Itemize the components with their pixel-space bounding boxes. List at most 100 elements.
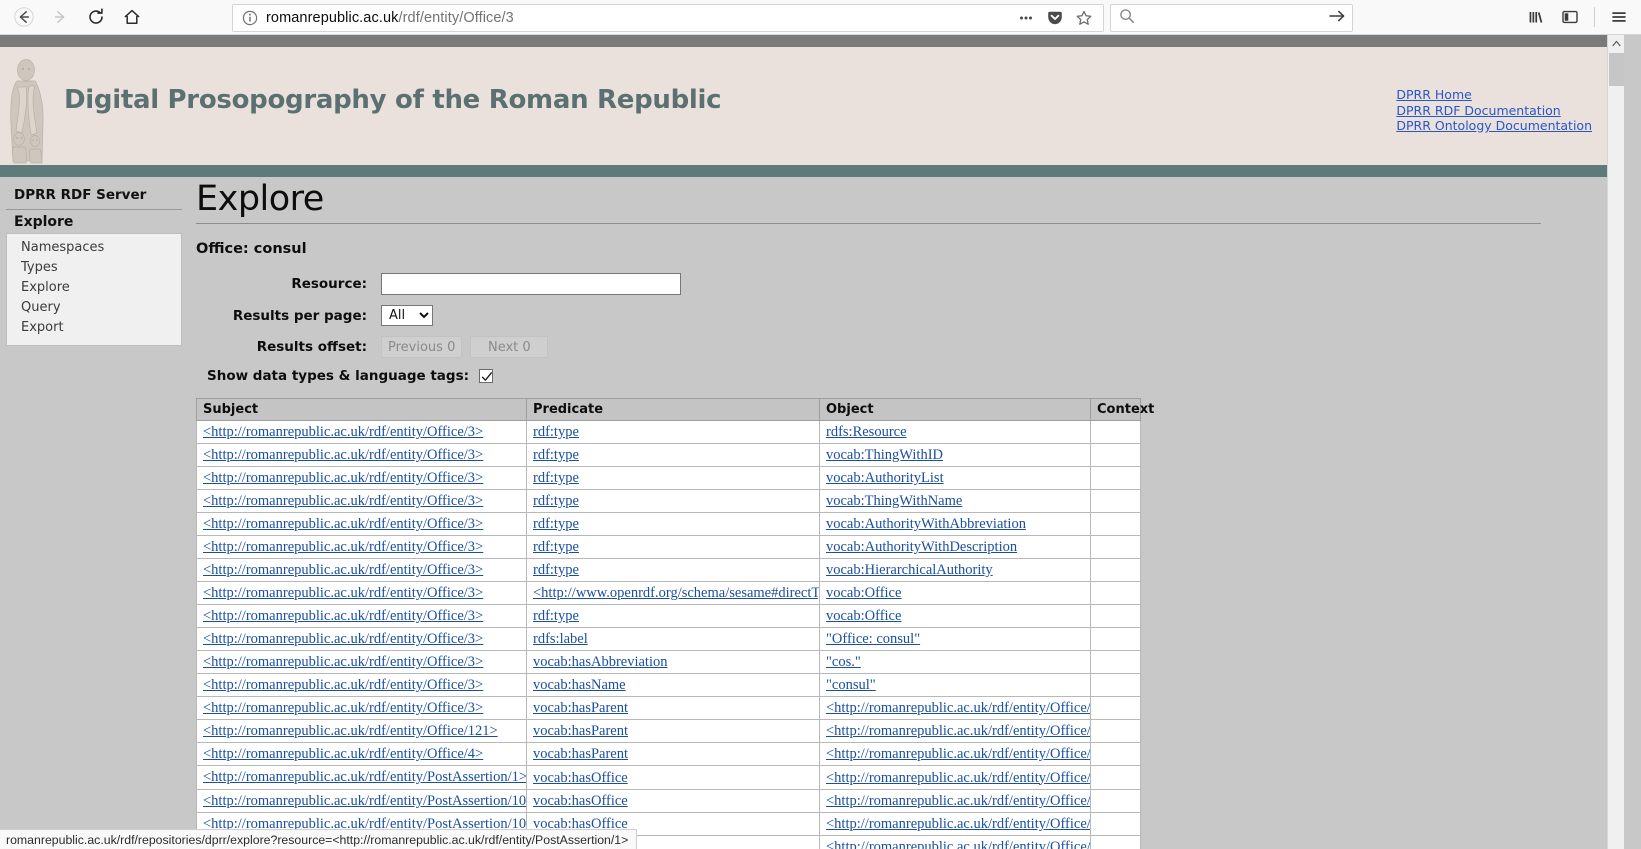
column-header-subject[interactable]: Subject (196, 398, 527, 421)
predicate-cell: vocab:hasParent (526, 696, 820, 720)
home-button[interactable] (116, 2, 148, 32)
object-link[interactable]: vocab:ThingWithName (826, 493, 962, 509)
link-dprr-rdf-documentation[interactable]: DPRR RDF Documentation (1396, 103, 1592, 119)
predicate-link[interactable]: vocab:hasParent (533, 700, 628, 716)
object-cell: vocab:Office (819, 581, 1091, 605)
object-link[interactable]: <http://romanrepublic.ac.uk/rdf/entity/O… (826, 746, 1090, 762)
context-cell (1090, 627, 1141, 651)
predicate-link[interactable]: rdf:type (533, 470, 579, 486)
predicate-link[interactable]: rdf:type (533, 424, 579, 440)
bookmark-star-icon[interactable] (1071, 6, 1097, 30)
predicate-link[interactable]: <http://www.openrdf.org/schema/sesame#di… (533, 585, 819, 601)
table-row: <http://romanrepublic.ac.uk/rdf/entity/O… (196, 627, 1141, 651)
subject-link[interactable]: <http://romanrepublic.ac.uk/rdf/entity/P… (203, 793, 526, 809)
object-link[interactable]: <http://romanrepublic.ac.uk/rdf/entity/O… (826, 839, 1090, 849)
subject-link[interactable]: <http://romanrepublic.ac.uk/rdf/entity/O… (203, 746, 483, 762)
object-link[interactable]: "cos." (826, 654, 861, 670)
object-link[interactable]: "Office: consul" (826, 631, 920, 647)
subject-link[interactable]: <http://romanrepublic.ac.uk/rdf/entity/O… (203, 424, 483, 440)
results-offset-row: Results offset: Previous 0 Next 0 (196, 336, 1541, 358)
search-input[interactable] (1135, 9, 1327, 27)
subject-link[interactable]: <http://romanrepublic.ac.uk/rdf/entity/O… (203, 585, 483, 601)
subject-cell: <http://romanrepublic.ac.uk/rdf/entity/O… (196, 604, 527, 628)
forward-button[interactable] (44, 2, 76, 32)
sidebar-item-query[interactable]: Query (7, 297, 181, 317)
page-info-icon[interactable] (241, 9, 259, 27)
predicate-link[interactable]: rdf:type (533, 608, 579, 624)
predicate-link[interactable]: rdf:type (533, 493, 579, 509)
predicate-link[interactable]: rdf:type (533, 447, 579, 463)
sidebar-item-types[interactable]: Types (7, 257, 181, 277)
object-link[interactable]: "consul" (826, 677, 876, 693)
sidebar-item-export[interactable]: Export (7, 317, 181, 337)
predicate-link[interactable]: vocab:hasParent (533, 723, 628, 739)
resource-input[interactable] (381, 273, 681, 295)
subject-link[interactable]: <http://romanrepublic.ac.uk/rdf/entity/O… (203, 447, 483, 463)
url-text[interactable]: romanrepublic.ac.uk/rdf/entity/Office/3 (266, 10, 1013, 26)
subject-link[interactable]: <http://romanrepublic.ac.uk/rdf/entity/O… (203, 700, 483, 716)
object-link[interactable]: <http://romanrepublic.ac.uk/rdf/entity/O… (826, 816, 1090, 832)
predicate-link[interactable]: rdfs:label (533, 631, 588, 647)
object-link[interactable]: <http://romanrepublic.ac.uk/rdf/entity/O… (826, 793, 1090, 809)
object-link[interactable]: rdfs:Resource (826, 424, 907, 440)
subject-link[interactable]: <http://romanrepublic.ac.uk/rdf/entity/O… (203, 539, 483, 555)
subject-link[interactable]: <http://romanrepublic.ac.uk/rdf/entity/O… (203, 723, 498, 739)
column-header-context[interactable]: Context (1090, 398, 1154, 421)
object-link[interactable]: vocab:AuthorityWithAbbreviation (826, 516, 1026, 532)
subject-link[interactable]: <http://romanrepublic.ac.uk/rdf/entity/O… (203, 516, 483, 532)
scrollbar-thumb[interactable] (1609, 53, 1624, 86)
subject-link[interactable]: <http://romanrepublic.ac.uk/rdf/entity/O… (203, 608, 483, 624)
object-cell: <http://romanrepublic.ac.uk/rdf/entity/O… (819, 835, 1091, 849)
page-actions-icon[interactable] (1013, 6, 1039, 30)
column-header-object[interactable]: Object (819, 398, 1091, 421)
scrollbar-up-arrow-icon[interactable] (1608, 35, 1625, 52)
reload-button[interactable] (80, 2, 112, 32)
hamburger-menu-icon[interactable] (1603, 2, 1635, 32)
subject-link[interactable]: <http://romanrepublic.ac.uk/rdf/entity/O… (203, 470, 483, 486)
sidebar-item-namespaces[interactable]: Namespaces (7, 237, 181, 257)
show-datatypes-checkbox[interactable] (479, 369, 494, 383)
object-link[interactable]: <http://romanrepublic.ac.uk/rdf/entity/O… (826, 700, 1090, 716)
object-cell: vocab:Office (819, 604, 1091, 628)
subject-cell: <http://romanrepublic.ac.uk/rdf/entity/O… (196, 558, 527, 582)
subject-link[interactable]: <http://romanrepublic.ac.uk/rdf/entity/P… (203, 769, 526, 785)
library-icon[interactable] (1520, 2, 1552, 32)
predicate-link[interactable]: rdf:type (533, 562, 579, 578)
object-link[interactable]: vocab:AuthorityList (826, 470, 944, 486)
search-bar[interactable] (1110, 4, 1353, 32)
predicate-link[interactable]: vocab:hasAbbreviation (533, 654, 668, 670)
urlbar-actions (1013, 6, 1097, 30)
subject-link[interactable]: <http://romanrepublic.ac.uk/rdf/entity/O… (203, 493, 483, 509)
object-link[interactable]: vocab:ThingWithID (826, 447, 943, 463)
previous-button[interactable]: Previous 0 (381, 336, 463, 358)
subject-link[interactable]: <http://romanrepublic.ac.uk/rdf/entity/O… (203, 562, 483, 578)
object-link[interactable]: <http://romanrepublic.ac.uk/rdf/entity/O… (826, 723, 1090, 739)
object-link[interactable]: vocab:HierarchicalAuthority (826, 562, 993, 578)
address-bar[interactable]: romanrepublic.ac.uk/rdf/entity/Office/3 (232, 4, 1104, 32)
predicate-link[interactable]: vocab:hasParent (533, 746, 628, 762)
subject-link[interactable]: <http://romanrepublic.ac.uk/rdf/entity/O… (203, 631, 483, 647)
back-button[interactable] (8, 2, 40, 32)
predicate-link[interactable]: rdf:type (533, 516, 579, 532)
page-scrollbar[interactable] (1607, 35, 1624, 849)
search-go-icon[interactable] (1327, 7, 1347, 30)
next-button[interactable]: Next 0 (470, 336, 549, 358)
subject-link[interactable]: <http://romanrepublic.ac.uk/rdf/entity/O… (203, 654, 483, 670)
link-dprr-ontology-documentation[interactable]: DPRR Ontology Documentation (1396, 118, 1592, 134)
subject-link[interactable]: <http://romanrepublic.ac.uk/rdf/entity/O… (203, 677, 483, 693)
object-link[interactable]: <http://romanrepublic.ac.uk/rdf/entity/O… (826, 770, 1090, 786)
predicate-link[interactable]: vocab:hasOffice (533, 770, 628, 786)
object-link[interactable]: vocab:Office (826, 608, 901, 624)
column-header-predicate[interactable]: Predicate (526, 398, 820, 421)
context-cell (1090, 719, 1141, 743)
sidebar-toggle-icon[interactable] (1554, 2, 1586, 32)
predicate-link[interactable]: vocab:hasName (533, 677, 626, 693)
sidebar-item-explore[interactable]: Explore (7, 277, 181, 297)
link-dprr-home[interactable]: DPRR Home (1396, 87, 1592, 103)
pocket-icon[interactable] (1042, 6, 1068, 30)
object-link[interactable]: vocab:Office (826, 585, 901, 601)
predicate-link[interactable]: rdf:type (533, 539, 579, 555)
predicate-link[interactable]: vocab:hasOffice (533, 793, 628, 809)
results-per-page-select[interactable]: All (381, 305, 433, 326)
object-link[interactable]: vocab:AuthorityWithDescription (826, 539, 1017, 555)
